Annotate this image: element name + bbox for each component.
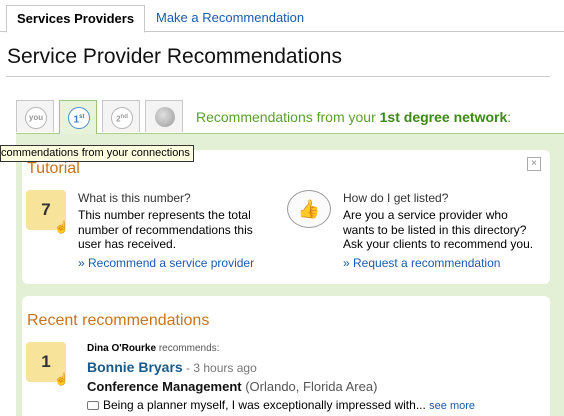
body-line: number of recommendations this [78,222,253,237]
top-tab-bar: Services Providers Make a Recommendation [0,0,564,33]
network-suffix: : [507,109,512,125]
first-degree-suffix: st [79,114,85,120]
recent-recommendations-panel: Recent recommendations 1 ☝ Dina O'Rourke… [22,296,550,416]
recommends-text: recommends: [156,343,220,354]
tab-you[interactable]: you [16,100,54,132]
provider-role: Conference Management (Orlando, Florida … [87,379,377,394]
body-line: Are you a service provider who [343,208,508,222]
tab-first-degree[interactable]: 1st [59,100,97,134]
hand-pointer-icon: ☝ [54,220,69,234]
recommend-provider-link[interactable]: » Recommend a service provider [78,256,254,270]
tab-all-network[interactable] [145,100,183,132]
tab-make-recommendation[interactable]: Make a Recommendation [146,5,314,33]
quote-text: Being a planner myself, I was exceptiona… [103,398,426,412]
provider-title: Conference Management [87,379,242,394]
thumbs-up-icon: 👍 [287,190,331,228]
network-emphasis: 1st degree network [379,109,508,125]
recent-heading: Recent recommendations [27,312,210,329]
body-line: Ask your clients to recommend you. [343,237,534,251]
what-is-number-body: This number represents the total number … [78,208,253,252]
you-icon: you [25,107,47,129]
tutorial-panel: Tutorial × 7 ☝ What is this number? This… [22,150,550,284]
network-prefix: Recommendations from your [196,109,380,125]
tooltip: commendations from your connections [0,145,194,162]
second-degree-icon: 2nd [111,107,133,129]
what-is-number-title: What is this number? [78,191,191,205]
recommender-name[interactable]: Dina O'Rourke [87,343,156,354]
how-get-listed-title: How do I get listed? [343,191,449,205]
provider-name-link[interactable]: Bonnie Bryars [87,359,183,375]
first-degree-icon: 1st [68,107,90,129]
network-description: Recommendations from your 1st degree net… [196,109,511,125]
see-more-link[interactable]: see more [429,400,475,412]
tab-second-degree[interactable]: 2nd [102,100,140,132]
tutorial-heading: Tutorial [27,160,80,177]
body-line: wants to be listed in this directory? [343,222,527,237]
provider-line: Bonnie Bryars - 3 hours ago [87,359,257,377]
how-get-listed-body: Are you a service provider who wants to … [343,208,533,252]
body-line: user has received. [78,237,177,251]
request-recommendation-link[interactable]: » Request a recommendation [343,256,500,270]
speech-bubble-icon [87,401,99,410]
page-title: Service Provider Recommendations [7,45,342,68]
title-divider [6,76,550,77]
provider-location: (Orlando, Florida Area) [241,379,378,394]
body-line: This number represents the total [78,208,251,222]
recommender-line: Dina O'Rourke recommends: [87,343,219,354]
recommendation-time: - 3 hours ago [182,361,257,375]
globe-icon [155,107,175,127]
close-icon[interactable]: × [527,157,541,171]
tab-services-providers[interactable]: Services Providers [6,5,146,33]
second-degree-suffix: nd [120,114,128,120]
hand-pointer-icon: ☝ [54,372,69,386]
recommendation-quote: Being a planner myself, I was exceptiona… [87,398,475,412]
